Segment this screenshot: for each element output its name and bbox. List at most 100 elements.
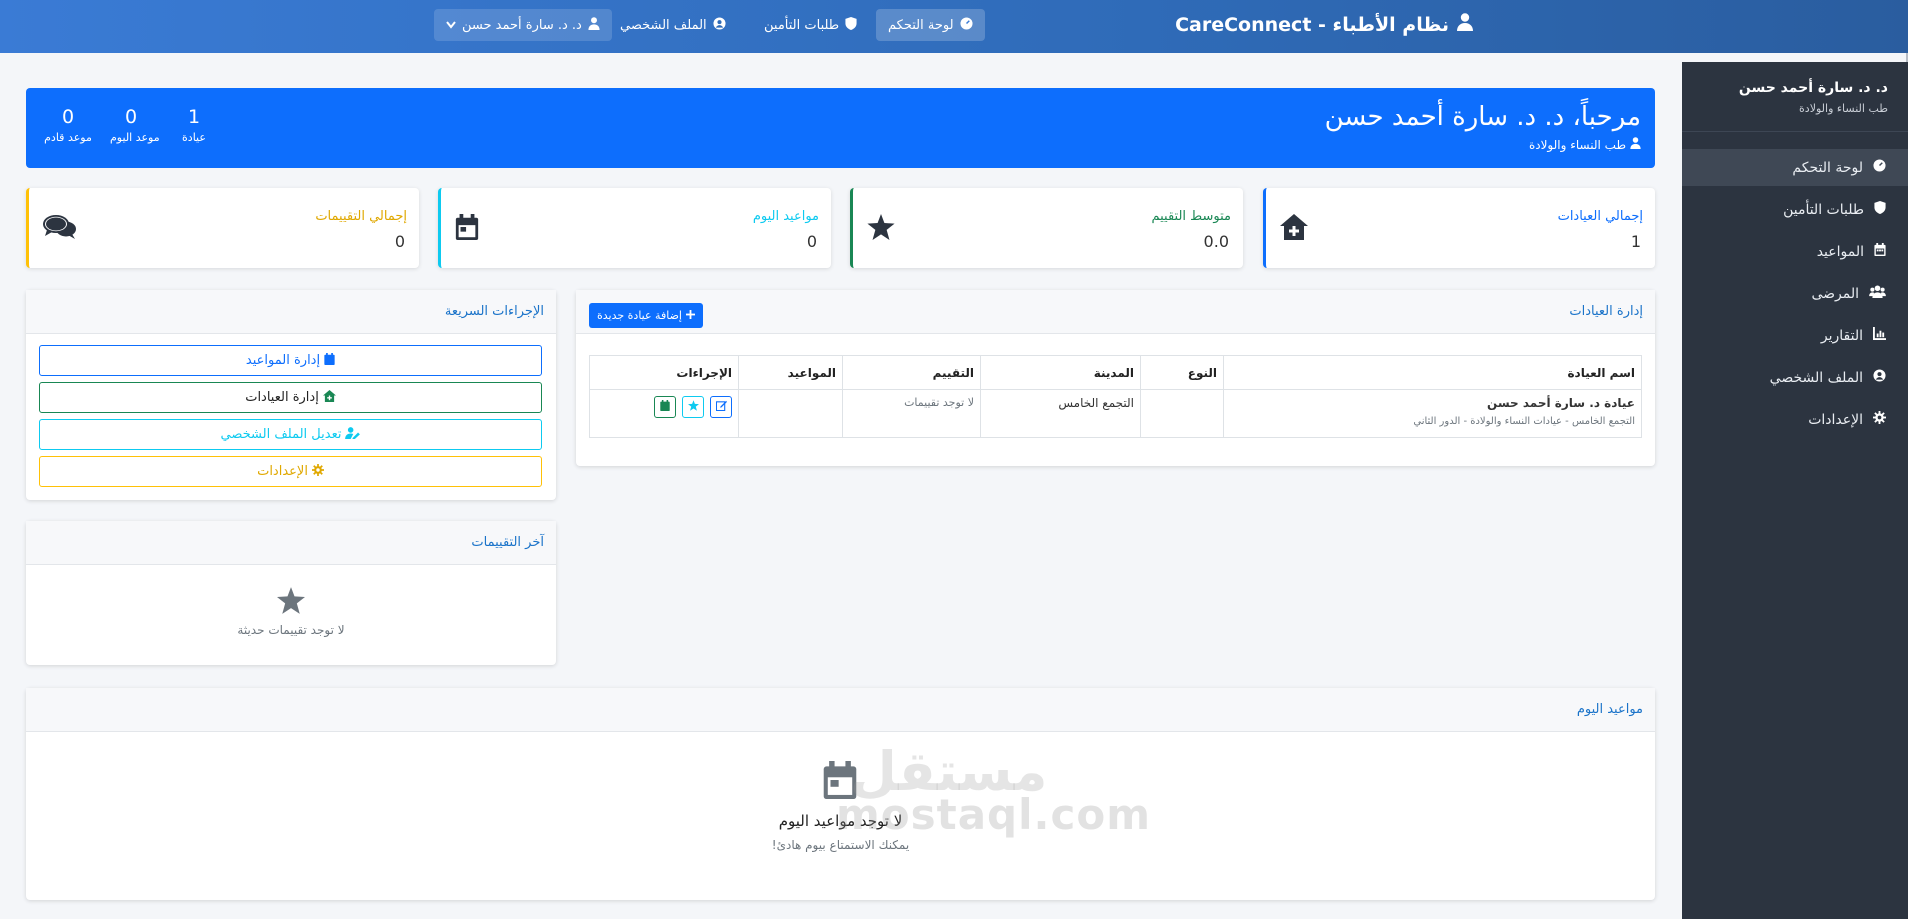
sidebar-profile: د. د. سارة أحمد حسن طب النساء والولادة	[1682, 62, 1908, 132]
star-icon	[867, 214, 895, 244]
sidebar-item-insurance[interactable]: طلبات التأمين	[1682, 191, 1908, 228]
nav-profile[interactable]: الملف الشخصي	[608, 9, 738, 41]
nav-dashboard[interactable]: لوحة التحكم	[876, 9, 985, 41]
sidebar-item-settings[interactable]: الإعدادات	[1682, 401, 1908, 438]
dashboard-icon	[1873, 159, 1886, 176]
stat-value: 0	[124, 106, 138, 128]
card-total-reviews: إجمالي التقييمات 0	[26, 188, 419, 268]
stat-upcoming: 0 موعد قادم	[36, 106, 100, 144]
sidebar-item-label: الملف الشخصي	[1769, 369, 1863, 386]
reviews-panel: آخر التقييمات لا توجد تقييمات حديثة	[26, 521, 556, 665]
clinic-appointments-button[interactable]	[654, 396, 677, 418]
card-value: 0.0	[1203, 232, 1229, 251]
edit-clinic-button[interactable]	[710, 396, 732, 418]
rate-clinic-button[interactable]	[682, 396, 705, 418]
card-label: إجمالي التقييمات	[315, 209, 407, 224]
sidebar-item-profile[interactable]: الملف الشخصي	[1682, 359, 1908, 396]
manage-appointments-label: إدارة المواعيد	[245, 353, 321, 368]
welcome-banner: مرحباً، د. د. سارة أحمد حسن طب النساء وا…	[26, 88, 1655, 168]
stat-label: عيادة	[182, 131, 206, 144]
sidebar-item-appointments[interactable]: المواعيد	[1682, 233, 1908, 270]
reviews-panel-header: آخر التقييمات	[26, 521, 556, 565]
clinic-icon	[322, 389, 336, 406]
sidebar-specialty: طب النساء والولادة	[1799, 102, 1888, 115]
add-clinic-button[interactable]: إضافة عيادة جديدة	[589, 303, 703, 328]
clinics-panel-header: إدارة العيادات إضافة عيادة جديدة	[576, 290, 1655, 334]
stat-value: 0	[61, 106, 75, 128]
cell-rating: لا توجد تقييمات	[842, 389, 981, 438]
doctor-icon	[1457, 13, 1473, 36]
nav-insurance[interactable]: طلبات التأمين	[752, 9, 869, 41]
user-icon	[588, 16, 600, 34]
users-icon	[1869, 285, 1886, 302]
calendar-icon	[1874, 243, 1886, 260]
col-appointments: المواعيد	[738, 355, 843, 390]
clinic-icon	[1280, 214, 1308, 244]
nav-dashboard-label: لوحة التحكم	[888, 17, 954, 33]
quick-actions-panel: الإجراءات السريعة إدارة المواعيد إدارة ا…	[26, 290, 556, 500]
user-circle-icon	[713, 16, 726, 34]
clinics-panel: إدارة العيادات إضافة عيادة جديدة اسم الع…	[576, 290, 1655, 466]
card-value: 0	[394, 232, 405, 251]
brand-title: نظام الأطباء - CareConnect	[1175, 13, 1449, 36]
today-panel-header: مواعيد اليوم	[26, 688, 1655, 732]
reviews-panel-title: آخر التقييمات	[471, 535, 544, 550]
col-city: المدينة	[980, 355, 1141, 390]
edit-profile-label: تعديل الملف الشخصي	[220, 427, 342, 442]
clinics-panel-title: إدارة العيادات	[1569, 304, 1643, 319]
gear-icon	[1873, 411, 1886, 428]
table-header-row: اسم العيادة النوع المدينة التقييم المواع…	[589, 355, 1642, 390]
chart-icon	[1873, 327, 1886, 344]
shield-icon	[845, 16, 857, 34]
user-menu[interactable]: د. د. سارة أحمد حسن	[434, 9, 612, 41]
edit-profile-button[interactable]: تعديل الملف الشخصي	[39, 419, 542, 450]
clinic-name: عيادة د. سارة أحمد حسن	[1487, 396, 1635, 410]
brand[interactable]: نظام الأطباء - CareConnect	[1175, 13, 1473, 36]
card-value: 1	[1630, 232, 1641, 251]
welcome-title: مرحباً، د. د. سارة أحمد حسن	[1324, 102, 1641, 132]
calendar-icon	[455, 214, 479, 244]
watermark: mostaql.com	[836, 790, 1151, 839]
today-empty-sub: يمكنك الاستمتاع بيوم هادئ!	[771, 838, 910, 852]
user-icon	[1630, 137, 1641, 152]
plus-icon	[685, 309, 695, 322]
welcome-specialty: طب النساء والولادة	[1529, 137, 1641, 152]
stat-label: موعد اليوم	[110, 131, 160, 144]
user-edit-icon	[345, 426, 361, 443]
add-clinic-label: إضافة عيادة جديدة	[597, 309, 682, 322]
settings-button[interactable]: الإعدادات	[39, 456, 542, 487]
sidebar-item-label: لوحة التحكم	[1792, 159, 1863, 176]
sidebar: د. د. سارة أحمد حسن طب النساء والولادة ل…	[1682, 62, 1908, 919]
card-label: متوسط التقييم	[1151, 209, 1231, 224]
col-actions: الإجراءات	[589, 355, 739, 390]
card-value: 0	[806, 232, 817, 251]
table-row: عيادة د. سارة أحمد حسن التجمع الخامس - ع…	[589, 389, 1642, 438]
quick-actions-header: الإجراءات السريعة	[26, 290, 556, 334]
sidebar-doctor-name: د. د. سارة أحمد حسن	[1738, 80, 1888, 96]
user-circle-icon	[1873, 369, 1886, 386]
sidebar-item-dashboard[interactable]: لوحة التحكم	[1682, 149, 1908, 186]
nav-insurance-label: طلبات التأمين	[764, 17, 840, 33]
card-label: إجمالي العيادات	[1557, 209, 1643, 224]
welcome-specialty-label: طب النساء والولادة	[1528, 137, 1626, 152]
manage-appointments-button[interactable]: إدارة المواعيد	[39, 345, 542, 376]
sidebar-item-label: التقارير	[1820, 327, 1863, 344]
clinic-address: التجمع الخامس - عيادات النساء والولادة -…	[1413, 416, 1635, 427]
top-navbar: نظام الأطباء - CareConnect لوحة التحكم ط…	[0, 0, 1908, 53]
stat-today: 0 موعد اليوم	[110, 106, 160, 144]
calendar-icon	[324, 352, 335, 369]
sidebar-item-label: الإعدادات	[1808, 411, 1863, 428]
sidebar-item-reports[interactable]: التقارير	[1682, 317, 1908, 354]
sidebar-item-patients[interactable]: المرضى	[1682, 275, 1908, 312]
clinics-table: اسم العيادة النوع المدينة التقييم المواع…	[589, 355, 1642, 438]
sidebar-item-label: المرضى	[1811, 285, 1859, 302]
stat-clinics: 1 عيادة	[154, 106, 234, 144]
col-rating: التقييم	[842, 355, 981, 390]
manage-clinics-button[interactable]: إدارة العيادات	[39, 382, 542, 413]
card-avg-rating: متوسط التقييم 0.0	[850, 188, 1243, 268]
star-icon	[277, 587, 305, 618]
manage-clinics-label: إدارة العيادات	[245, 390, 319, 405]
comments-icon	[43, 214, 77, 244]
chevron-down-icon	[446, 18, 456, 33]
star-icon	[687, 400, 699, 414]
